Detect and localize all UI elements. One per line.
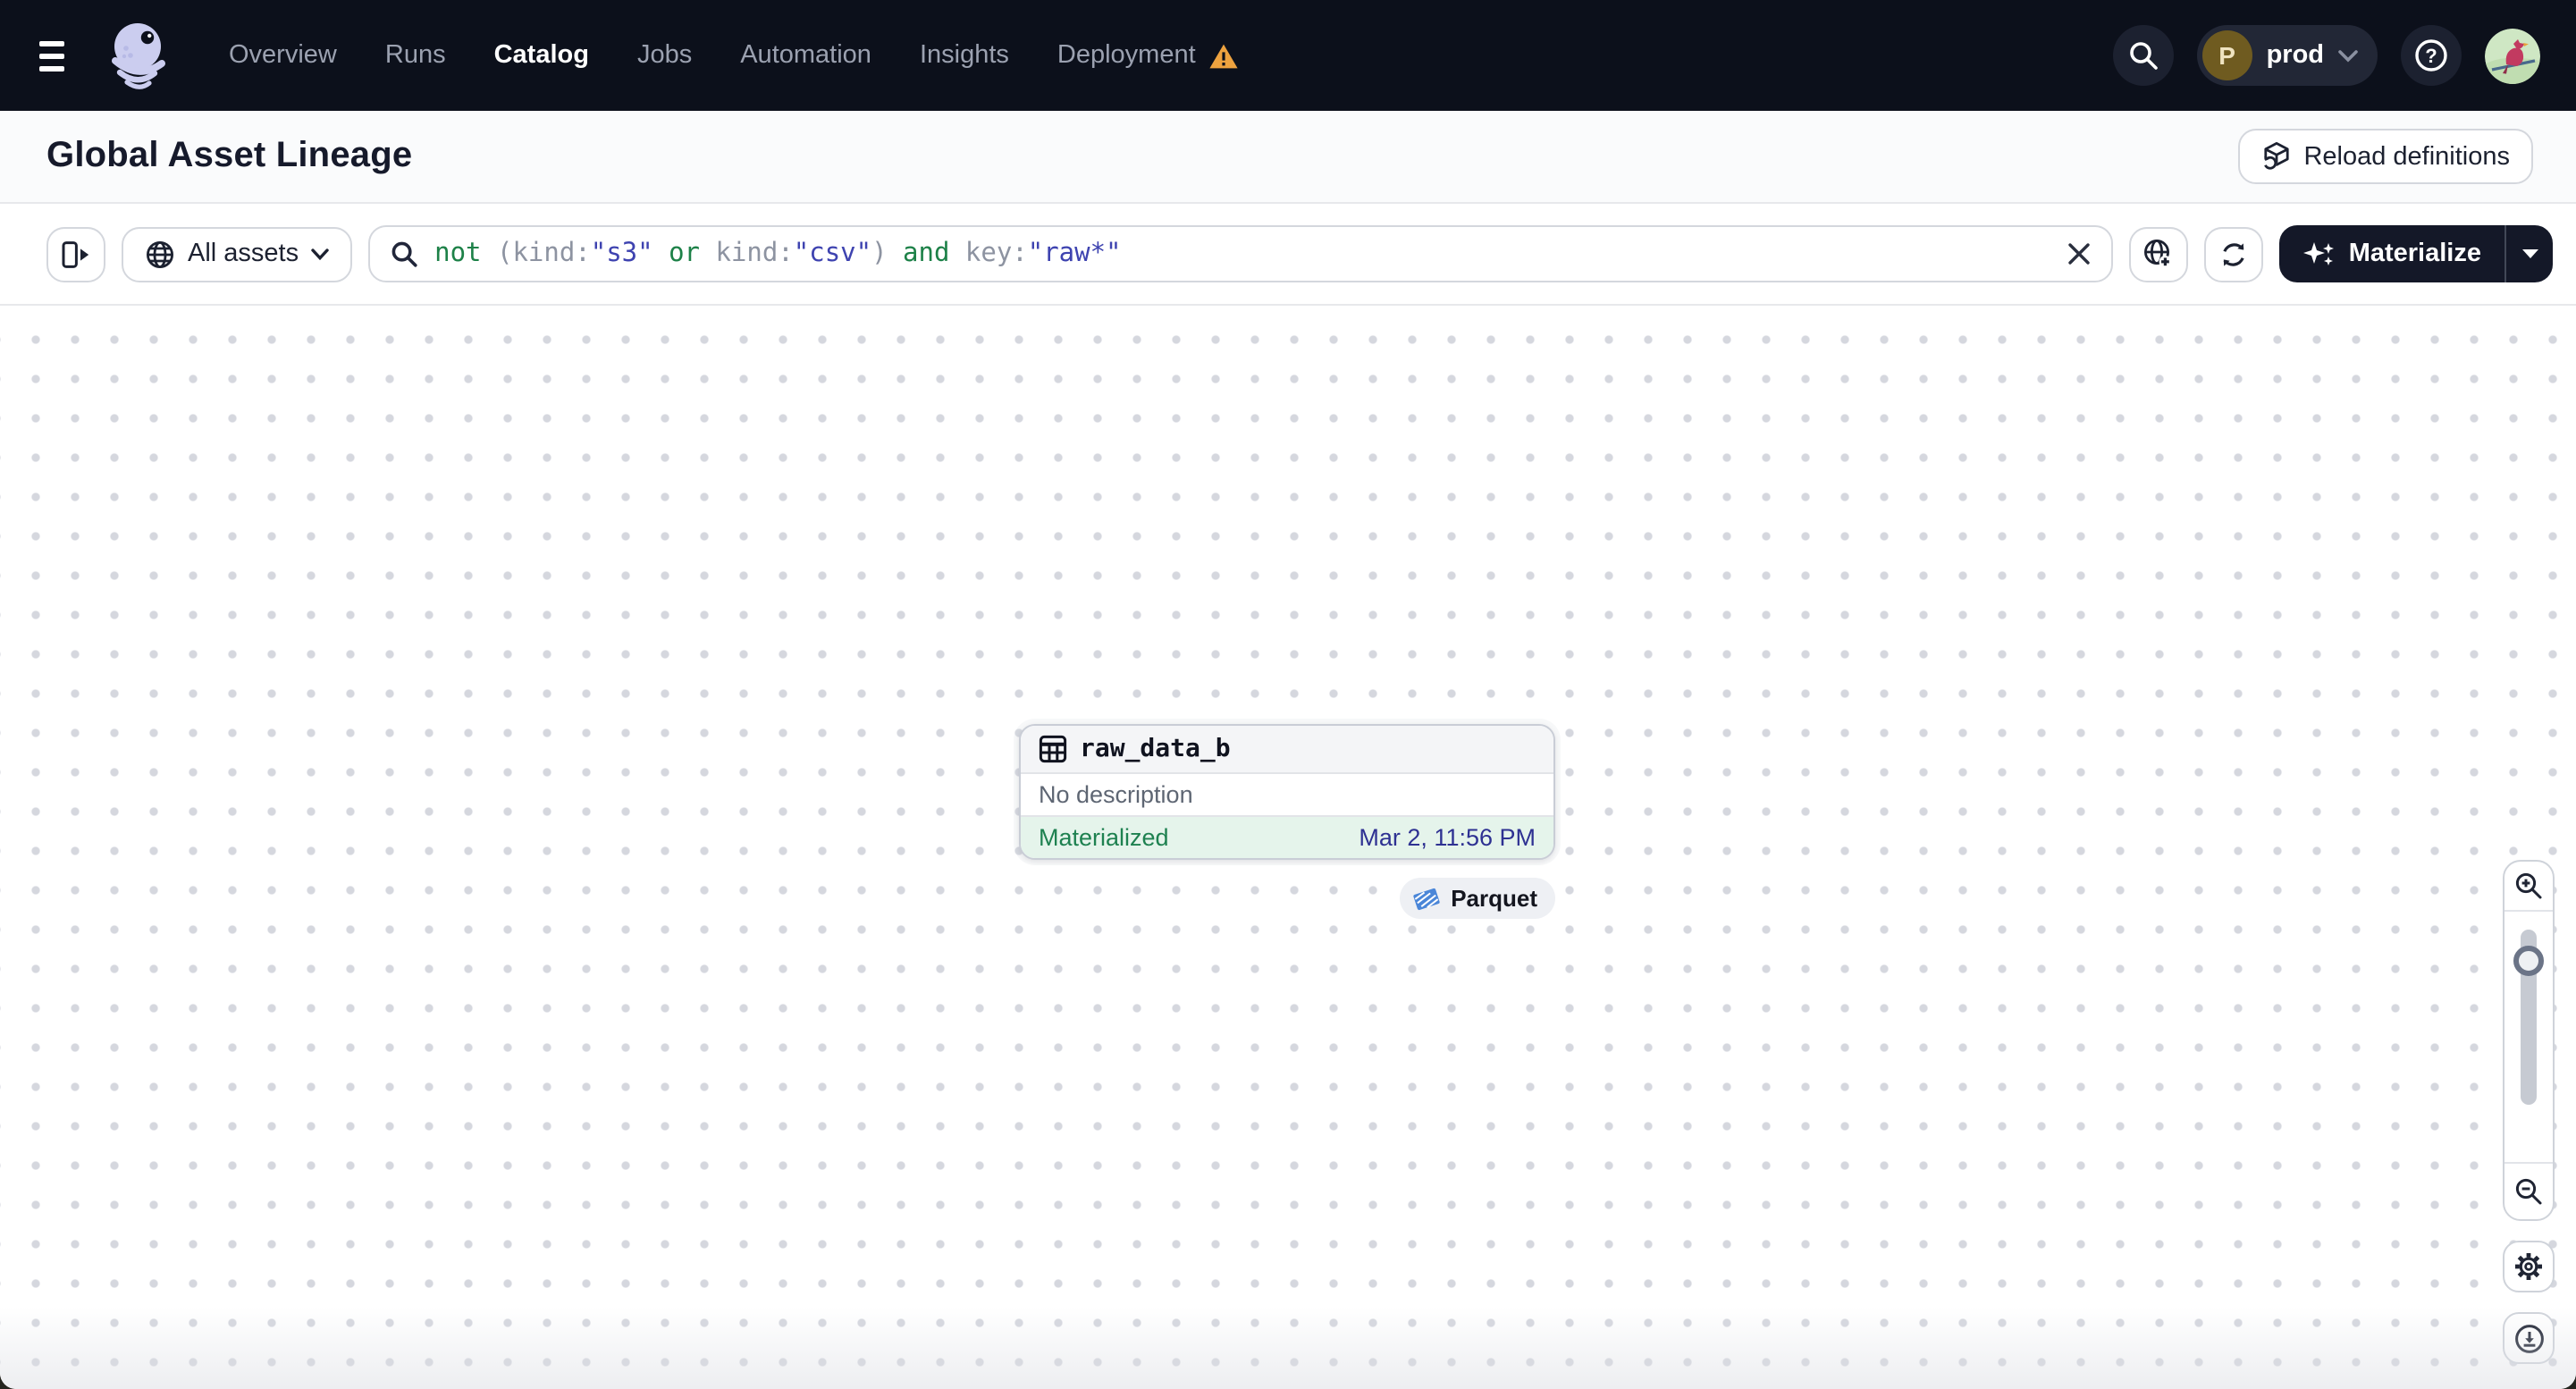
globe-plus-icon [2142, 238, 2175, 270]
dagster-logo[interactable] [102, 16, 173, 95]
asset-node-header: raw_data_b [1021, 726, 1553, 774]
chevron-down-icon [311, 248, 329, 260]
nav-item-automation[interactable]: Automation [740, 41, 871, 70]
materialize-split-button: Materialize [2278, 225, 2553, 282]
materialized-status: Materialized [1039, 824, 1169, 851]
environment-name: prod [2266, 41, 2324, 70]
materialize-dropdown-button[interactable] [2504, 225, 2553, 282]
asset-status-row: Materialized Mar 2, 11:56 PM [1021, 817, 1553, 858]
download-icon [2513, 1322, 2545, 1354]
close-icon [2067, 241, 2092, 266]
page-title: Global Asset Lineage [46, 136, 413, 175]
lineage-settings-button[interactable] [2503, 1241, 2555, 1292]
materialized-timestamp[interactable]: Mar 2, 11:56 PM [1359, 824, 1536, 851]
parquet-icon [1411, 886, 1440, 911]
asset-scope-label: All assets [188, 240, 299, 268]
hamburger-menu-button[interactable] [39, 36, 79, 75]
kind-tag-label: Parquet [1451, 885, 1537, 912]
asset-node[interactable]: raw_data_b No description Materialized M… [1019, 724, 1555, 860]
lineage-canvas[interactable]: raw_data_b No description Materialized M… [0, 306, 2576, 1389]
zoom-slider-thumb[interactable] [2513, 946, 2544, 976]
zoom-slider[interactable] [2504, 912, 2553, 1162]
globe-icon [145, 239, 175, 269]
materialize-label: Materialize [2348, 240, 2481, 268]
zoom-out-button[interactable] [2504, 1162, 2553, 1219]
reload-definitions-label: Reload definitions [2303, 142, 2510, 171]
materialize-button[interactable]: Materialize [2279, 225, 2504, 282]
nav-item-runs[interactable]: Runs [385, 41, 446, 70]
panel-expand-icon [61, 239, 91, 269]
app-window: Overview Runs Catalog Jobs Automation In… [0, 0, 2576, 1389]
environment-switcher[interactable]: P prod [2196, 25, 2378, 86]
download-view-button[interactable] [2503, 1312, 2555, 1364]
reload-definitions-button[interactable]: Reload definitions [2237, 129, 2533, 184]
clear-query-button[interactable] [2067, 241, 2092, 266]
zoom-in-icon [2513, 871, 2544, 901]
asset-description: No description [1021, 774, 1553, 817]
asset-name: raw_data_b [1080, 735, 1231, 763]
navbar-right-cluster: P prod ? [2112, 25, 2540, 86]
search-icon [390, 240, 418, 268]
hamburger-icon [39, 40, 64, 46]
table-icon [1039, 735, 1067, 763]
search-icon [2127, 39, 2159, 72]
chevron-down-icon [2338, 49, 2358, 62]
zoom-in-button[interactable] [2504, 862, 2553, 912]
svg-text:?: ? [2425, 45, 2437, 67]
asset-filter-query: not (kind:"s3" or kind:"csv") and key:"r… [434, 240, 1122, 268]
environment-initial-badge: P [2201, 30, 2252, 80]
asset-scope-selector[interactable]: All assets [122, 226, 353, 282]
open-left-panel-button[interactable] [46, 226, 105, 282]
page-header: Global Asset Lineage Reload definitions [0, 111, 2576, 204]
user-avatar[interactable] [2485, 28, 2540, 83]
zoom-control-group [2503, 860, 2555, 1221]
nav-item-overview[interactable]: Overview [229, 41, 337, 70]
sparkles-icon [2302, 239, 2335, 269]
refresh-button[interactable] [2203, 226, 2263, 282]
global-search-button[interactable] [2112, 25, 2174, 86]
reload-definitions-icon [2260, 141, 2291, 172]
main-menu: Overview Runs Catalog Jobs Automation In… [229, 41, 1239, 70]
question-mark-icon: ? [2413, 38, 2449, 73]
lineage-toolbar: All assets not (kind:"s3" or kind:"csv")… [0, 204, 2576, 306]
top-navbar: Overview Runs Catalog Jobs Automation In… [0, 0, 2576, 111]
nav-item-catalog[interactable]: Catalog [494, 41, 589, 70]
gear-icon [2513, 1251, 2544, 1282]
zoom-out-icon [2513, 1176, 2544, 1207]
nav-item-jobs[interactable]: Jobs [637, 41, 692, 70]
kind-tag-parquet[interactable]: Parquet [1399, 878, 1555, 919]
help-button[interactable]: ? [2401, 25, 2462, 86]
asset-groups-button[interactable] [2128, 226, 2188, 282]
warning-triangle-icon [1208, 42, 1239, 69]
caret-down-icon [2521, 248, 2538, 259]
refresh-icon [2218, 239, 2249, 269]
asset-filter-input[interactable]: not (kind:"s3" or kind:"csv") and key:"r… [368, 225, 2113, 282]
nav-item-deployment[interactable]: Deployment [1057, 41, 1239, 70]
nav-item-insights[interactable]: Insights [920, 41, 1009, 70]
